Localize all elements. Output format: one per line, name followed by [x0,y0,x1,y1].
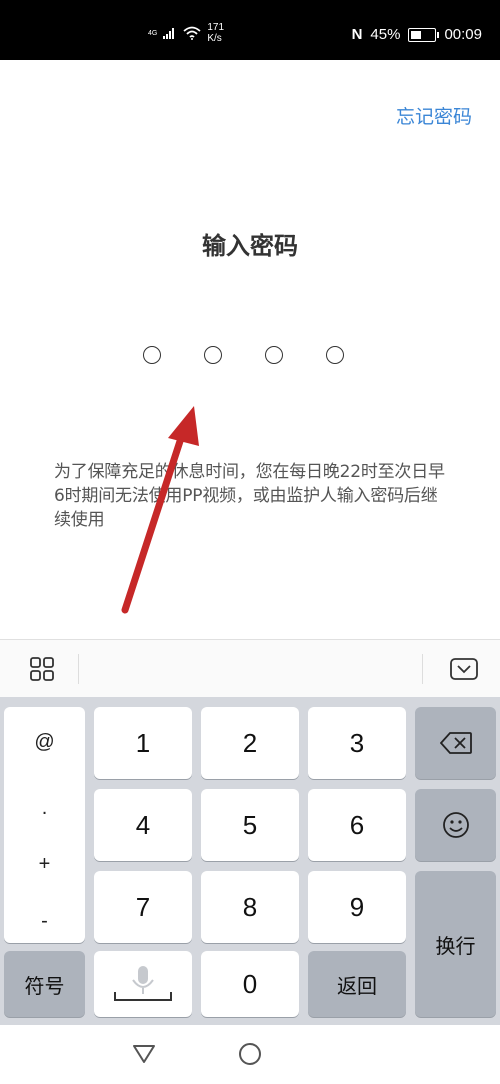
backspace-icon [439,732,472,754]
status-right: N 45% 00:09 [352,26,482,43]
pin-indicator[interactable] [143,346,344,364]
speed-value: 171 [207,22,225,33]
symbol-switch-key[interactable]: 符号 [4,951,85,1017]
home-icon[interactable] [239,1043,261,1065]
delete-key[interactable] [415,707,496,779]
grid-icon[interactable] [30,657,54,681]
key-9[interactable]: 9 [308,871,406,943]
back-icon[interactable] [132,1044,156,1064]
emoji-key[interactable] [415,789,496,861]
status-left: 4G 171 K/s [148,22,224,44]
symbol-key-at[interactable]: @ [4,731,85,754]
clock: 00:09 [444,26,482,43]
battery-percent: 45% [370,26,401,43]
key-1[interactable]: 1 [94,707,192,779]
status-bar: 4G 171 K/s N 45% 00:09 [0,0,500,60]
symbol-key-plus[interactable]: + [4,853,85,876]
key-3[interactable]: 3 [308,707,406,779]
symbol-key-dot[interactable]: . [4,797,85,820]
pin-dot [265,346,283,364]
key-5[interactable]: 5 [201,789,299,861]
key-4[interactable]: 4 [94,789,192,861]
page-title: 输入密码 [202,232,298,260]
numeric-keyboard: @ . + - 1 2 3 4 5 6 7 8 9 符号 0 返回 换行 [0,697,500,1025]
key-2[interactable]: 2 [201,707,299,779]
keyboard-toolbar [0,639,500,698]
emoji-icon [442,812,469,838]
keyboard-hide-icon[interactable] [450,658,478,680]
key-8[interactable]: 8 [201,871,299,943]
wifi-icon [183,26,201,40]
network-speed: 171 K/s [207,22,224,44]
enter-key[interactable]: 换行 [415,871,496,1017]
microphone-icon [114,966,172,1001]
pin-dot [143,346,161,364]
symbol-key-minus[interactable]: - [4,910,85,933]
battery-icon [408,27,440,42]
pin-dot [204,346,222,364]
toolbar-divider [422,654,423,684]
nfc-icon: N [351,26,363,43]
network-type: 4G [148,29,158,37]
pin-dot [326,346,344,364]
signal-icon [163,28,175,39]
forgot-password-link[interactable]: 忘记密码 [396,102,472,129]
symbol-column[interactable]: @ . + - [4,707,85,943]
key-6[interactable]: 6 [308,789,406,861]
toolbar-divider [78,654,79,684]
speed-unit: K/s [207,33,222,44]
notice-text: 为了保障充足的休息时间，您在每日晚22时至次日早6时期间无法使用PP视频，或由监… [54,462,445,530]
battery-fill [411,30,421,39]
key-7[interactable]: 7 [94,871,192,943]
key-0[interactable]: 0 [201,951,299,1017]
navigation-bar [0,1025,500,1084]
voice-key[interactable] [94,951,192,1017]
return-key[interactable]: 返回 [308,951,406,1017]
